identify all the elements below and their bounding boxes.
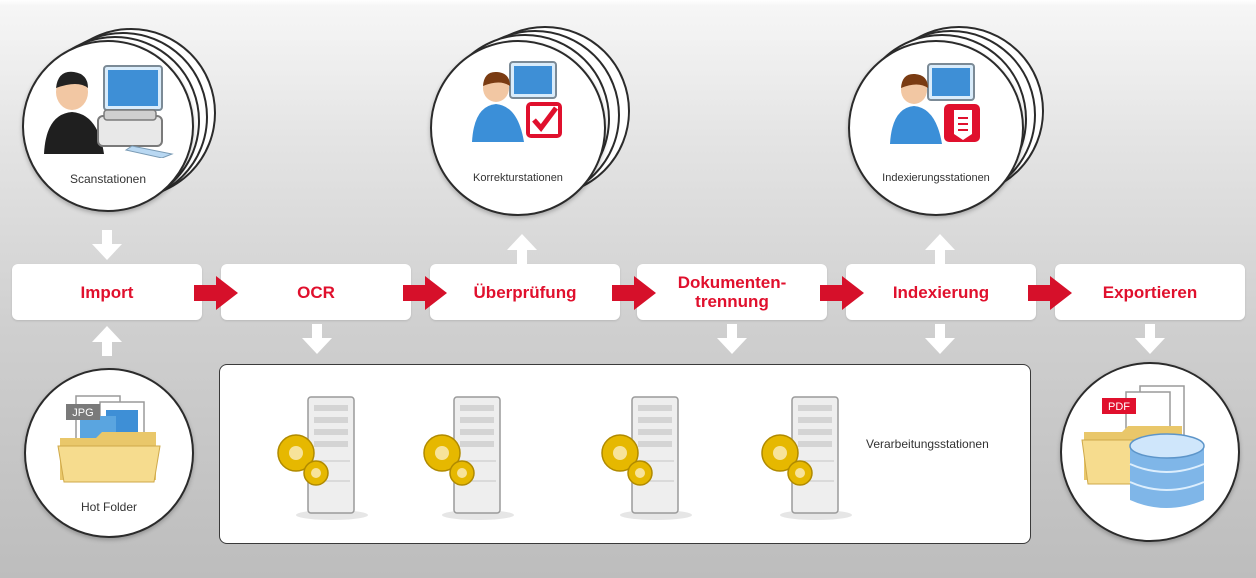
export-node: PDF	[1060, 362, 1240, 542]
hot-folder-caption: Hot Folder	[80, 500, 138, 514]
person-computer-check-icon	[472, 61, 562, 142]
arrow-up-icon	[507, 234, 537, 264]
flow-arrow-red-icon	[820, 276, 864, 310]
step-import: Import	[12, 264, 202, 320]
folder-images-icon: JPG	[57, 395, 161, 483]
step-indexing-label: Indexierung	[892, 282, 990, 302]
step-review: Überprüfung	[430, 264, 620, 320]
indexing-stations-caption: Indexierungsstationen	[882, 172, 990, 184]
step-export-label: Exportieren	[1102, 282, 1198, 302]
step-export: Exportieren	[1055, 264, 1245, 320]
person-scanner-icon	[44, 65, 174, 158]
processing-stations-label: Verarbeitungsstationen	[866, 437, 989, 451]
step-import-label: Import	[80, 282, 134, 302]
server-gears-icon	[592, 391, 702, 521]
scan-stations-node: Scanstationen	[22, 24, 222, 224]
stack-disc-front: Indexierungsstationen	[848, 40, 1024, 216]
processing-stations-panel: Verarbeitungsstationen	[219, 364, 1031, 544]
step-ocr: OCR	[221, 264, 411, 320]
server-gears-icon	[268, 391, 378, 521]
flow-arrow-red-icon	[1028, 276, 1072, 310]
flow-arrow-red-icon	[612, 276, 656, 310]
flow-arrow-red-icon	[194, 276, 238, 310]
correction-stations-node: Korrekturstationen	[430, 24, 640, 224]
step-indexing: Indexierung	[846, 264, 1036, 320]
server-gears-icon	[752, 391, 862, 521]
arrow-down-icon	[925, 324, 955, 354]
arrow-down-icon	[1135, 324, 1165, 354]
stack-disc-front: Scanstationen	[22, 40, 194, 212]
step-review-label: Überprüfung	[473, 282, 577, 302]
indexing-stations-node: Indexierungsstationen	[848, 24, 1058, 224]
step-ocr-label: OCR	[297, 282, 335, 302]
pdf-badge: PDF	[1108, 401, 1130, 413]
arrow-down-icon	[92, 230, 122, 260]
stack-disc-front: Korrekturstationen	[430, 40, 606, 216]
arrow-down-icon	[302, 324, 332, 354]
arrow-up-icon	[925, 234, 955, 264]
person-computer-tag-icon	[890, 63, 980, 144]
step-document-separation-label: Dokumenten- trennung	[677, 273, 787, 311]
scan-stations-caption: Scanstationen	[69, 172, 147, 186]
arrow-up-icon	[92, 326, 122, 356]
jpg-badge: JPG	[72, 407, 93, 419]
step-document-separation: Dokumenten- trennung	[637, 264, 827, 320]
hot-folder-node: JPG Hot Folder	[24, 368, 194, 538]
arrow-down-icon	[717, 324, 747, 354]
database-documents-icon: PDF	[1081, 385, 1205, 508]
flow-arrow-red-icon	[403, 276, 447, 310]
workflow-diagram: Scanstationen Korrekturstationen Indexie…	[0, 0, 1256, 578]
correction-stations-caption: Korrekturstationen	[473, 172, 563, 184]
server-gears-icon	[414, 391, 524, 521]
